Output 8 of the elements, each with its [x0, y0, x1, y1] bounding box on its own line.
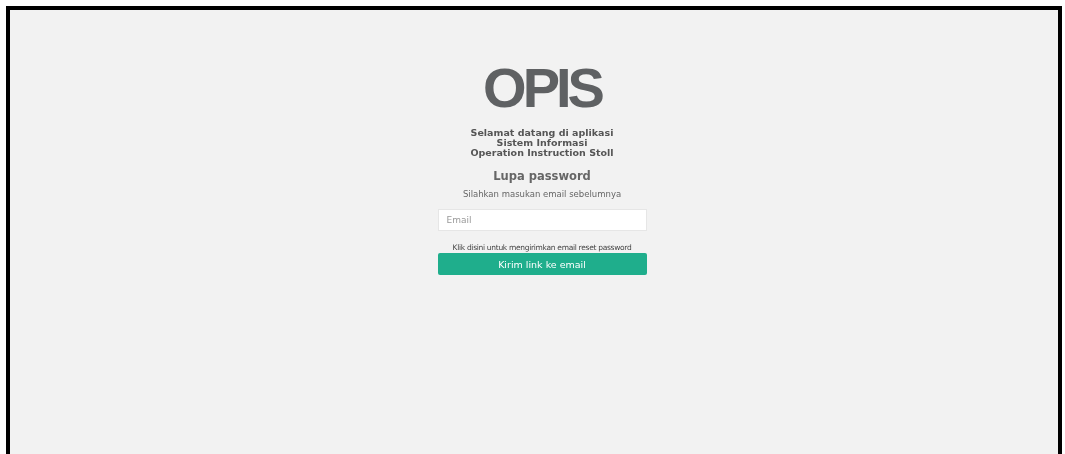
- page-heading: Lupa password: [493, 169, 591, 183]
- welcome-text: Operation Instruction Stoll: [470, 148, 614, 158]
- welcome-text: Sistem Informasi: [496, 138, 588, 148]
- instruction-text: Silahkan masukan email sebelumnya: [462, 189, 622, 199]
- logo-text: OPIS: [483, 62, 601, 114]
- email-field[interactable]: Email: [437, 209, 647, 231]
- welcome-text: Selamat datang di aplikasi: [470, 128, 614, 138]
- submit-button[interactable]: Kirim link ke email: [437, 253, 647, 275]
